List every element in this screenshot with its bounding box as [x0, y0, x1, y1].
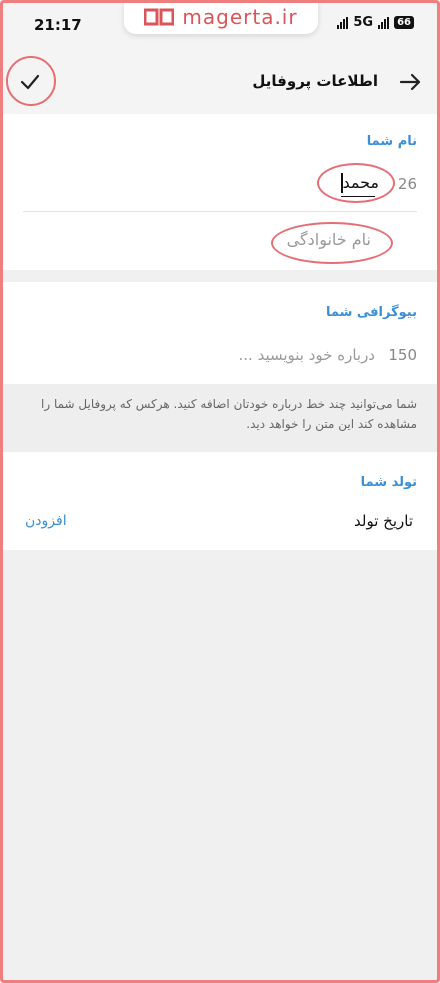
network-type: 5G: [353, 15, 374, 30]
signal-icon: [337, 16, 349, 29]
book-logo-icon: [144, 8, 175, 26]
field-divider: [23, 211, 417, 212]
watermark-text: magerta.ir: [182, 5, 298, 29]
app-bar: اطلاعات پروفایل: [0, 50, 440, 114]
battery-icon: 66: [394, 16, 414, 29]
text-cursor: [341, 173, 343, 193]
name-section: نام شما 26 محمد نام خانوادگی: [3, 114, 437, 270]
input-underline: [341, 196, 375, 197]
bio-hint: شما می‌توانید چند خط درباره خودتان اضافه…: [3, 384, 437, 452]
name-section-title: نام شما: [366, 134, 417, 149]
last-name-input[interactable]: نام خانوادگی: [287, 230, 371, 249]
first-name-input[interactable]: محمد: [342, 173, 379, 192]
add-birthday-button[interactable]: افزودن: [25, 513, 67, 529]
signal-icon-2: [378, 16, 390, 29]
bio-section: بیوگرافی شما 150 درباره خود بنویسید ...: [3, 282, 437, 384]
page-title: اطلاعات پروفایل: [252, 72, 378, 90]
confirm-check-icon[interactable]: [16, 68, 44, 96]
watermark-badge: magerta.ir: [124, 0, 318, 34]
first-name-field[interactable]: 26 محمد: [3, 160, 437, 212]
status-time: 21:17: [34, 16, 82, 34]
first-name-counter: 26: [397, 175, 417, 193]
back-arrow-icon[interactable]: [396, 68, 424, 96]
bio-counter: 150: [388, 346, 417, 364]
birthday-section: تولد شما تاریخ تولد افزودن: [3, 452, 437, 550]
bio-section-title: بیوگرافی شما: [325, 305, 417, 320]
status-icons: 5G 66: [337, 15, 414, 30]
birthday-label: تاریخ تولد: [354, 512, 413, 530]
bio-field[interactable]: 150 درباره خود بنویسید ...: [3, 332, 437, 378]
birthday-section-title: تولد شما: [360, 475, 417, 490]
bio-input[interactable]: درباره خود بنویسید ...: [239, 346, 376, 364]
last-name-field[interactable]: نام خانوادگی: [3, 214, 437, 266]
